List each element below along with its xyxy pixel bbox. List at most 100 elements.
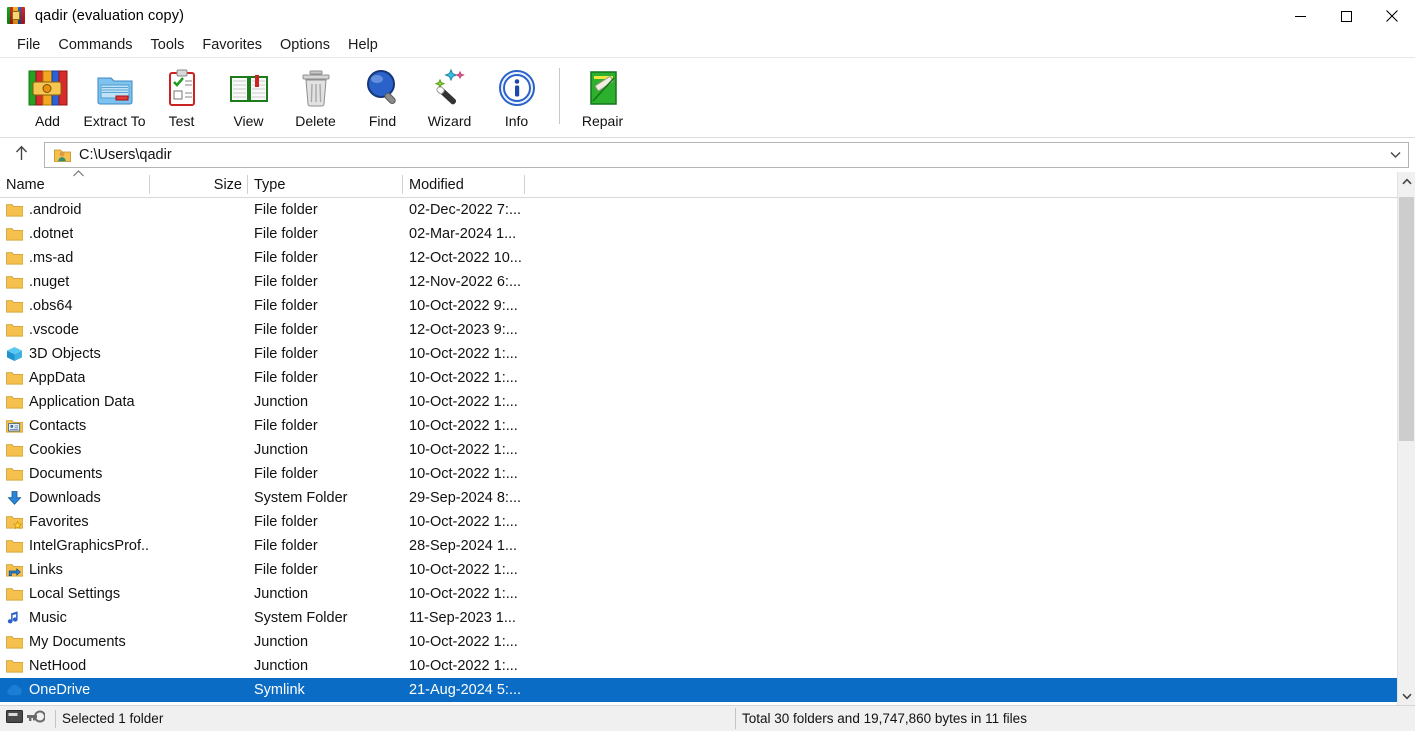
file-name-label: AppData xyxy=(29,370,86,386)
file-name-label: 3D Objects xyxy=(29,346,101,362)
file-name-label: Downloads xyxy=(29,490,101,506)
file-modified-cell: 29-Sep-2024 8:... xyxy=(409,490,522,506)
table-row[interactable]: 3D Objects File folder 10-Oct-2022 1:... xyxy=(0,342,1397,366)
menu-commands[interactable]: Commands xyxy=(49,35,141,55)
scrollbar-track[interactable] xyxy=(1398,190,1415,687)
file-type-cell: File folder xyxy=(254,322,318,338)
extract-to-button[interactable]: Extract To xyxy=(81,62,148,134)
column-header-type[interactable]: Type xyxy=(248,172,403,197)
table-row[interactable]: .android File folder 02-Dec-2022 7:... xyxy=(0,198,1397,222)
file-name-cell: My Documents xyxy=(0,634,150,650)
folder-icon xyxy=(6,442,24,458)
folder-icon xyxy=(6,466,24,482)
address-input[interactable]: C:\Users\qadir xyxy=(44,142,1409,168)
file-list-area: Name Size Type Modified .android File fo… xyxy=(0,170,1415,705)
winrar-window: qadir (evaluation copy) File Commands To… xyxy=(0,0,1415,731)
delete-trash-icon xyxy=(293,66,339,110)
delete-button[interactable]: Delete xyxy=(282,62,349,134)
column-header-name-label: Name xyxy=(6,176,45,193)
find-button-label: Find xyxy=(368,113,397,129)
find-button[interactable]: Find xyxy=(349,62,416,134)
menu-help[interactable]: Help xyxy=(339,35,387,55)
3d-objects-icon xyxy=(6,346,23,362)
scrollbar-thumb[interactable] xyxy=(1399,197,1414,441)
file-type-cell: File folder xyxy=(254,346,318,362)
file-name-label: .obs64 xyxy=(29,298,73,314)
file-modified-cell: 02-Mar-2024 1... xyxy=(409,226,517,242)
table-row[interactable]: IntelGraphicsProf... File folder 28-Sep-20… xyxy=(0,534,1397,558)
file-name-label: Favorites xyxy=(29,514,89,530)
file-modified-cell: 10-Oct-2022 1:... xyxy=(409,466,518,482)
wizard-button[interactable]: Wizard xyxy=(416,62,483,134)
arrow-up-icon xyxy=(14,145,29,166)
info-button[interactable]: Info xyxy=(483,62,550,134)
status-divider xyxy=(735,708,736,729)
add-button[interactable]: Add xyxy=(14,62,81,134)
file-type-cell: System Folder xyxy=(254,610,348,626)
table-row[interactable]: Local Settings Junction 10-Oct-2022 1:... xyxy=(0,582,1397,606)
table-row[interactable]: .vscode File folder 12-Oct-2023 9:... xyxy=(0,318,1397,342)
address-bar: C:\Users\qadir xyxy=(0,138,1415,172)
column-header-row: Name Size Type Modified xyxy=(0,170,1397,198)
menu-tools[interactable]: Tools xyxy=(142,35,194,55)
add-button-label: Add xyxy=(35,113,60,129)
menu-favorites[interactable]: Favorites xyxy=(193,35,271,55)
table-row[interactable]: Downloads System Folder 29-Sep-2024 8:... xyxy=(0,486,1397,510)
table-row[interactable]: .dotnet File folder 02-Mar-2024 1... xyxy=(0,222,1397,246)
file-name-label: Application Data xyxy=(29,394,135,410)
file-type-cell: Junction xyxy=(254,394,309,410)
favorites-star-icon xyxy=(6,514,24,530)
file-modified-cell: 02-Dec-2022 7:... xyxy=(409,202,522,218)
folder-icon xyxy=(6,394,24,410)
file-type-cell: System Folder xyxy=(254,490,348,506)
table-row[interactable]: NetHood Junction 10-Oct-2022 1:... xyxy=(0,654,1397,678)
vertical-scrollbar[interactable] xyxy=(1397,172,1415,705)
column-header-modified[interactable]: Modified xyxy=(403,172,525,197)
onedrive-cloud-icon xyxy=(6,682,23,698)
table-row[interactable]: .nuget File folder 12-Nov-2022 6:... xyxy=(0,270,1397,294)
table-row[interactable]: .obs64 File folder 10-Oct-2022 9:... xyxy=(0,294,1397,318)
file-name-label: .dotnet xyxy=(29,226,74,242)
scroll-down-button[interactable] xyxy=(1398,687,1415,705)
table-row[interactable]: Application Data Junction 10-Oct-2022 1:..… xyxy=(0,390,1397,414)
table-row[interactable]: OneDrive Symlink 21-Aug-2024 5:... xyxy=(0,678,1397,702)
menu-file[interactable]: File xyxy=(8,35,49,55)
file-name-cell: .android xyxy=(0,202,150,218)
info-button-label: Info xyxy=(504,113,529,129)
file-modified-cell: 10-Oct-2022 1:... xyxy=(409,586,518,602)
minimize-button[interactable] xyxy=(1277,0,1323,32)
table-row[interactable]: Documents File folder 10-Oct-2022 1:... xyxy=(0,462,1397,486)
up-one-level-button[interactable] xyxy=(4,141,38,169)
column-header-type-label: Type xyxy=(254,176,286,193)
view-button[interactable]: View xyxy=(215,62,282,134)
table-row[interactable]: Links File folder 10-Oct-2022 1:... xyxy=(0,558,1397,582)
table-row[interactable]: My Documents Junction 10-Oct-2022 1:... xyxy=(0,630,1397,654)
file-type-cell: File folder xyxy=(254,514,318,530)
table-row[interactable]: AppData File folder 10-Oct-2022 1:... xyxy=(0,366,1397,390)
column-header-size[interactable]: Size xyxy=(150,172,248,197)
table-row[interactable]: Contacts File folder 10-Oct-2022 1:... xyxy=(0,414,1397,438)
table-row[interactable]: Favorites File folder 10-Oct-2022 1:... xyxy=(0,510,1397,534)
file-type-cell: File folder xyxy=(254,370,318,386)
table-row[interactable]: Cookies Junction 10-Oct-2022 1:... xyxy=(0,438,1397,462)
file-name-label: Documents xyxy=(29,466,103,482)
maximize-button[interactable] xyxy=(1323,0,1369,32)
file-name-cell: .ms-ad xyxy=(0,250,150,266)
file-type-cell: File folder xyxy=(254,466,318,482)
chevron-down-icon[interactable] xyxy=(1382,151,1408,159)
repair-icon xyxy=(580,66,626,110)
file-name-label: .vscode xyxy=(29,322,79,338)
column-header-modified-label: Modified xyxy=(409,176,464,193)
main-toolbar: Add Extract To Test View Delete Find Wiz… xyxy=(0,58,1415,138)
table-row[interactable]: .ms-ad File folder 12-Oct-2022 10... xyxy=(0,246,1397,270)
file-name-label: OneDrive xyxy=(29,682,91,698)
repair-button[interactable]: Repair xyxy=(569,62,636,134)
extract-folder-icon xyxy=(92,66,138,110)
table-row[interactable]: Music System Folder 11-Sep-2023 1... xyxy=(0,606,1397,630)
close-button[interactable] xyxy=(1369,0,1415,32)
file-type-cell: File folder xyxy=(254,418,318,434)
scroll-up-button[interactable] xyxy=(1398,172,1415,190)
column-header-name[interactable]: Name xyxy=(0,170,150,197)
test-button[interactable]: Test xyxy=(148,62,215,134)
menu-options[interactable]: Options xyxy=(271,35,339,55)
